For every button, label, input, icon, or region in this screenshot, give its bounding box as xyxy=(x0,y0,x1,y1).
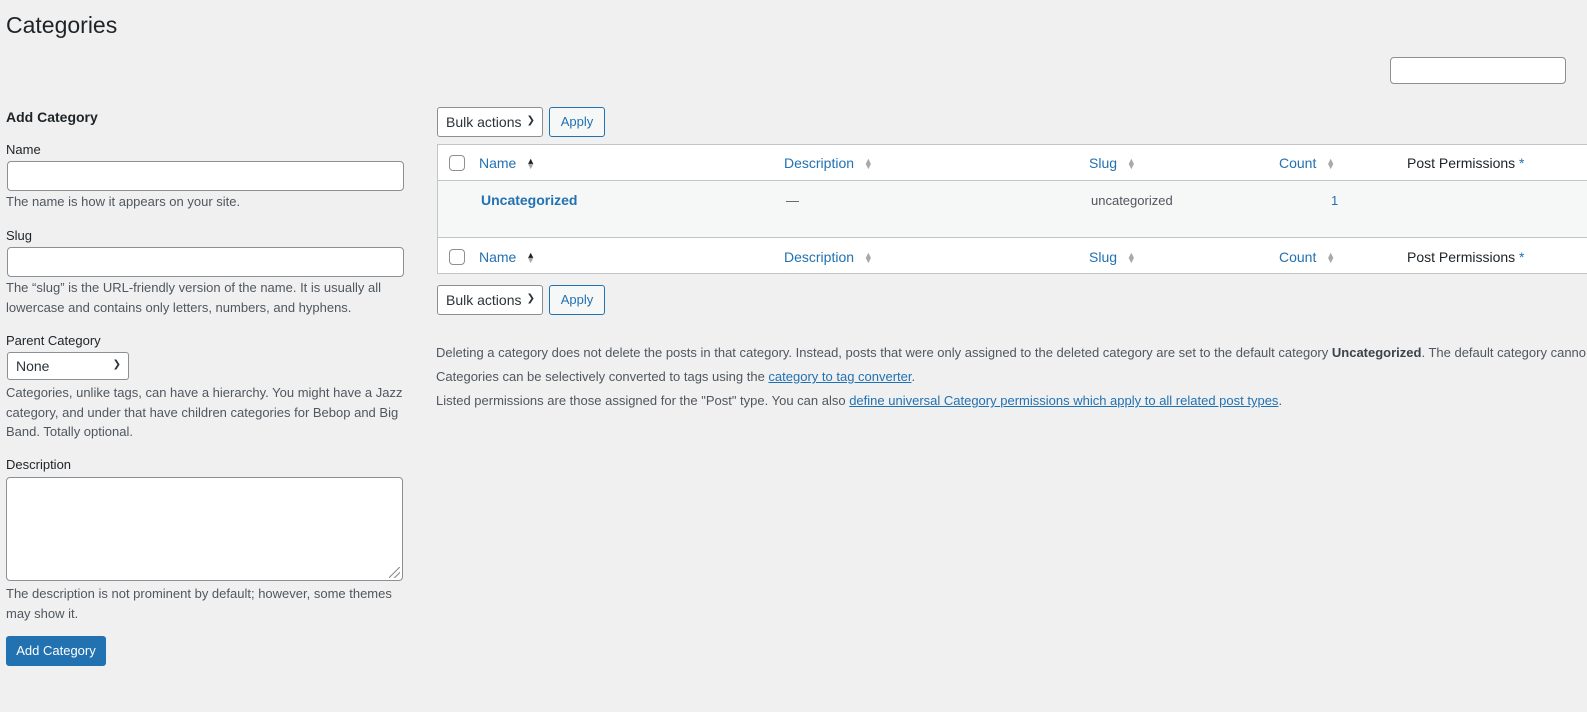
sort-arrows-icon: ▲ ▼ xyxy=(526,250,536,266)
parent-category-value: None xyxy=(16,358,50,374)
description-help: The description is not prominent by defa… xyxy=(6,584,404,623)
sort-arrows-icon: ▲ ▼ xyxy=(1326,156,1336,172)
column-post-permissions: Post Permissions * xyxy=(1407,155,1525,171)
resize-grip-icon[interactable] xyxy=(389,567,400,578)
slug-label: Slug xyxy=(6,228,33,243)
column-slug[interactable]: Slug ▲ ▼ xyxy=(1089,155,1136,171)
parent-category-label: Parent Category xyxy=(6,333,101,348)
slug-help-line: lowercase and contains only letters, num… xyxy=(6,299,352,315)
parent-category-select[interactable]: None ❯ xyxy=(7,352,129,380)
permissions-asterisk[interactable]: * xyxy=(1519,155,1524,171)
permissions-asterisk[interactable]: * xyxy=(1519,249,1524,265)
search-input[interactable] xyxy=(1390,57,1566,84)
parent-help-line: category, and under that have children c… xyxy=(6,404,399,420)
slug-help: The “slug” is the URL-friendly version o… xyxy=(6,278,404,317)
chevron-down-icon: ❯ xyxy=(526,115,535,126)
category-count-link[interactable]: 1 xyxy=(1331,193,1338,208)
apply-button[interactable]: Apply xyxy=(549,107,605,137)
add-category-button[interactable]: Add Category xyxy=(6,636,106,666)
column-name[interactable]: Name ▲ ▼ xyxy=(479,155,535,171)
name-help: The name is how it appears on your site. xyxy=(6,194,241,209)
parent-help-line: Categories, unlike tags, can have a hier… xyxy=(6,385,403,400)
column-description[interactable]: Description ▲ ▼ xyxy=(784,249,873,265)
bulk-actions-select[interactable]: Bulk actions ❯ xyxy=(437,285,543,315)
description-field[interactable] xyxy=(6,477,403,581)
sort-arrows-icon: ▲ ▼ xyxy=(863,250,873,266)
column-permissions-label: Post Permissions xyxy=(1407,155,1516,171)
note-text: . The default category canno xyxy=(1421,345,1587,360)
name-field[interactable] xyxy=(7,161,404,191)
sort-arrows-icon: ▲ ▼ xyxy=(863,156,873,172)
column-count[interactable]: Count ▲ ▼ xyxy=(1279,155,1335,171)
column-slug-label: Slug xyxy=(1089,249,1118,265)
column-name-label: Name xyxy=(479,249,517,265)
bulk-actions-select[interactable]: Bulk actions ❯ xyxy=(437,107,543,137)
column-name-label: Name xyxy=(479,155,517,171)
chevron-down-icon: ❯ xyxy=(112,359,121,370)
note-permissions: Listed permissions are those assigned fo… xyxy=(436,389,1587,413)
select-all-checkbox[interactable] xyxy=(449,155,465,171)
chevron-down-icon: ❯ xyxy=(526,293,535,304)
sort-arrows-icon: ▲ ▼ xyxy=(1126,250,1136,266)
column-description[interactable]: Description ▲ ▼ xyxy=(784,155,873,171)
default-category-name: Uncategorized xyxy=(1331,345,1422,360)
category-slug: uncategorized xyxy=(1091,193,1173,208)
sort-arrows-icon: ▲ ▼ xyxy=(1126,156,1136,172)
note-text: Listed permissions are those assigned fo… xyxy=(436,393,850,408)
category-name-link[interactable]: Uncategorized xyxy=(481,192,577,208)
category-description: — xyxy=(786,193,799,208)
column-count-label: Count xyxy=(1279,249,1317,265)
table-header: Name ▲ ▼ Description ▲ ▼ Slug ▲ ▼ Count ▲ ▼ … xyxy=(438,145,1587,181)
note-text: . xyxy=(911,369,916,384)
slug-help-line: The “slug” is the URL-friendly version o… xyxy=(6,280,381,295)
sort-arrows-icon: ▲ ▼ xyxy=(526,156,536,172)
column-slug[interactable]: Slug ▲ ▼ xyxy=(1089,249,1136,265)
note-text: Categories can be selectively converted … xyxy=(436,369,769,384)
tag-converter-link[interactable]: category to tag converter xyxy=(768,369,911,384)
categories-table: Name ▲ ▼ Description ▲ ▼ Slug ▲ ▼ Count ▲ ▼ … xyxy=(437,144,1587,274)
slug-field[interactable] xyxy=(7,247,404,277)
note-delete: Deleting a category does not delete the … xyxy=(436,341,1587,365)
parent-help-line: Band. Totally optional. xyxy=(6,424,133,439)
table-footer: Name ▲ ▼ Description ▲ ▼ Slug ▲ ▼ Count ▲ ▼ … xyxy=(438,237,1587,274)
category-notes: Deleting a category does not delete the … xyxy=(436,341,1587,413)
column-permissions-label: Post Permissions xyxy=(1407,249,1516,265)
column-count[interactable]: Count ▲ ▼ xyxy=(1279,249,1335,265)
apply-button[interactable]: Apply xyxy=(549,285,605,315)
parent-category-help: Categories, unlike tags, can have a hier… xyxy=(6,383,404,442)
column-name[interactable]: Name ▲ ▼ xyxy=(479,249,535,265)
form-heading: Add Category xyxy=(6,109,98,125)
column-count-label: Count xyxy=(1279,155,1317,171)
column-description-label: Description xyxy=(784,155,855,171)
column-description-label: Description xyxy=(784,249,855,265)
note-text: . xyxy=(1278,393,1283,408)
page-title: Categories xyxy=(6,12,118,38)
description-help-line: The description is not prominent by defa… xyxy=(6,586,392,601)
note-convert: Categories can be selectively converted … xyxy=(436,365,1587,389)
description-help-line: may show it. xyxy=(6,605,79,621)
table-row: Uncategorized — uncategorized 1 xyxy=(438,181,1587,237)
bulk-actions-label: Bulk actions xyxy=(446,292,522,308)
description-label: Description xyxy=(6,457,72,472)
sort-arrows-icon: ▲ ▼ xyxy=(1326,250,1336,266)
select-all-checkbox[interactable] xyxy=(449,249,465,265)
column-post-permissions: Post Permissions * xyxy=(1407,249,1525,265)
note-text: Deleting a category does not delete the … xyxy=(436,345,1332,360)
universal-permissions-link[interactable]: define universal Category permissions wh… xyxy=(849,393,1278,408)
name-label: Name xyxy=(6,142,41,157)
column-slug-label: Slug xyxy=(1089,155,1118,171)
bulk-actions-label: Bulk actions xyxy=(446,114,522,130)
